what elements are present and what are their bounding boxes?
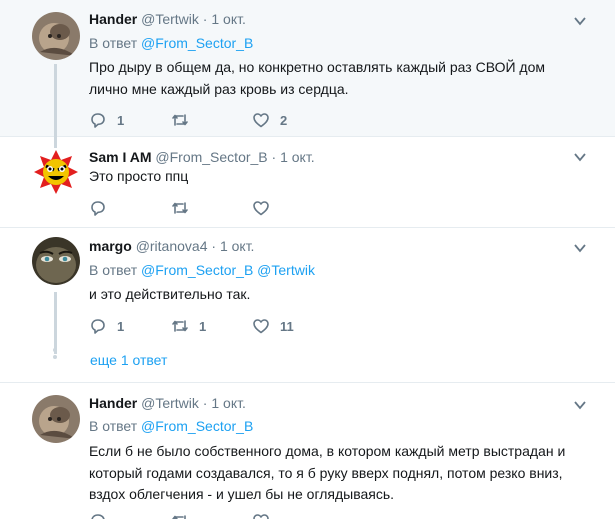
tweet-actions: 1 1 11	[89, 316, 389, 336]
tweet-header: Hander @Tertwik · 1 окт.	[89, 395, 246, 411]
like-button[interactable]: 2	[252, 110, 287, 130]
tweet-header: Sam I AM @From_Sector_B · 1 окт.	[89, 149, 315, 165]
author-handle[interactable]: @Tertwik	[141, 395, 199, 411]
tweet-actions	[89, 198, 389, 218]
thread-dots	[53, 348, 58, 362]
reply-to: В ответ @From_Sector_B	[89, 35, 253, 51]
reply-button[interactable]	[89, 198, 107, 218]
like-icon	[253, 201, 269, 216]
like-button[interactable]: 11	[252, 316, 294, 336]
author-handle[interactable]: @From_Sector_B	[155, 149, 267, 165]
tweet-text: Про дыру в общем да, но конкретно оставл…	[89, 59, 546, 97]
author-name[interactable]: Hander	[89, 11, 137, 27]
like-icon	[253, 514, 269, 519]
retweet-button[interactable]: 1	[171, 316, 206, 336]
tweet[interactable]: Sam I AM @From_Sector_B · 1 окт. Это про…	[0, 137, 615, 228]
tweet-header: margo @ritanova4 · 1 окт.	[89, 238, 254, 254]
reply-to-link[interactable]: @Tertwik	[257, 262, 315, 278]
reply-count: 1	[117, 112, 125, 128]
tweet-header: Hander @Tertwik · 1 окт.	[89, 11, 246, 27]
avatar[interactable]	[32, 12, 80, 60]
like-icon	[253, 113, 269, 128]
reply-icon	[91, 201, 105, 216]
reply-icon	[91, 319, 105, 334]
reply-to: В ответ @From_Sector_B @Tertwik	[89, 262, 315, 278]
chevron-down-icon[interactable]	[573, 14, 587, 28]
reply-to-prefix: В ответ	[89, 262, 138, 278]
retweet-icon	[172, 515, 186, 519]
retweet-button[interactable]	[171, 198, 189, 218]
reply-button[interactable]: 1	[89, 110, 124, 130]
separator-dot: ·	[271, 149, 277, 165]
like-button[interactable]	[252, 511, 270, 519]
like-icon	[253, 319, 269, 334]
thread-line	[54, 137, 57, 148]
separator-dot: ·	[202, 395, 208, 411]
reply-to-link[interactable]: @From_Sector_B	[141, 262, 253, 278]
avatar[interactable]	[32, 395, 80, 443]
tweet-actions: 1 2	[89, 110, 389, 130]
retweet-button[interactable]	[171, 511, 189, 519]
tweet[interactable]: Hander @Tertwik · 1 окт. В ответ @From_S…	[0, 383, 615, 519]
chevron-down-icon[interactable]	[573, 150, 587, 164]
chevron-down-icon[interactable]	[573, 398, 587, 412]
timestamp[interactable]: 1 окт.	[220, 238, 255, 254]
like-count: 11	[280, 318, 294, 334]
author-name[interactable]: Sam I AM	[89, 149, 152, 165]
reply-count: 1	[117, 318, 125, 334]
avatar[interactable]	[32, 237, 80, 285]
timestamp[interactable]: 1 окт.	[280, 149, 315, 165]
timestamp[interactable]: 1 окт.	[211, 11, 246, 27]
thread-line	[54, 292, 57, 354]
reply-to-prefix: В ответ	[89, 418, 138, 434]
reply-to-prefix: В ответ	[89, 35, 138, 51]
reply-to-link[interactable]: @From_Sector_B	[141, 418, 253, 434]
author-handle[interactable]: @Tertwik	[141, 11, 199, 27]
retweet-button[interactable]	[171, 110, 199, 130]
tweet[interactable]: Hander @Tertwik · 1 окт. В ответ @From_S…	[0, 0, 615, 137]
author-name[interactable]: margo	[89, 238, 132, 254]
retweet-icon	[172, 202, 188, 214]
chevron-down-icon[interactable]	[573, 241, 587, 255]
thread-line	[54, 64, 57, 137]
show-more-replies-link[interactable]: еще 1 ответ	[90, 352, 167, 368]
tweet-text: и это действительно так.	[89, 286, 251, 302]
like-count: 2	[280, 112, 288, 128]
reply-to: В ответ @From_Sector_B	[89, 418, 253, 434]
separator-dot: ·	[202, 11, 208, 27]
tweet-actions	[89, 511, 389, 519]
reply-icon	[91, 514, 105, 519]
reply-button[interactable]	[89, 511, 107, 519]
like-button[interactable]	[252, 198, 270, 218]
separator-dot: ·	[211, 238, 217, 254]
author-handle[interactable]: @ritanova4	[136, 238, 208, 254]
retweet-icon	[172, 320, 188, 332]
retweet-icon	[172, 114, 188, 126]
retweet-count: 1	[199, 318, 207, 334]
avatar[interactable]	[32, 148, 80, 196]
timestamp[interactable]: 1 окт.	[211, 395, 246, 411]
reply-icon	[91, 113, 105, 128]
reply-button[interactable]: 1	[89, 316, 124, 336]
tweet[interactable]: margo @ritanova4 · 1 окт. В ответ @From_…	[0, 228, 615, 383]
tweet-text: Если б не было собственного дома, в кото…	[89, 443, 566, 502]
tweet-text: Это просто ппц	[89, 168, 189, 184]
author-name[interactable]: Hander	[89, 395, 137, 411]
reply-to-link[interactable]: @From_Sector_B	[141, 35, 253, 51]
